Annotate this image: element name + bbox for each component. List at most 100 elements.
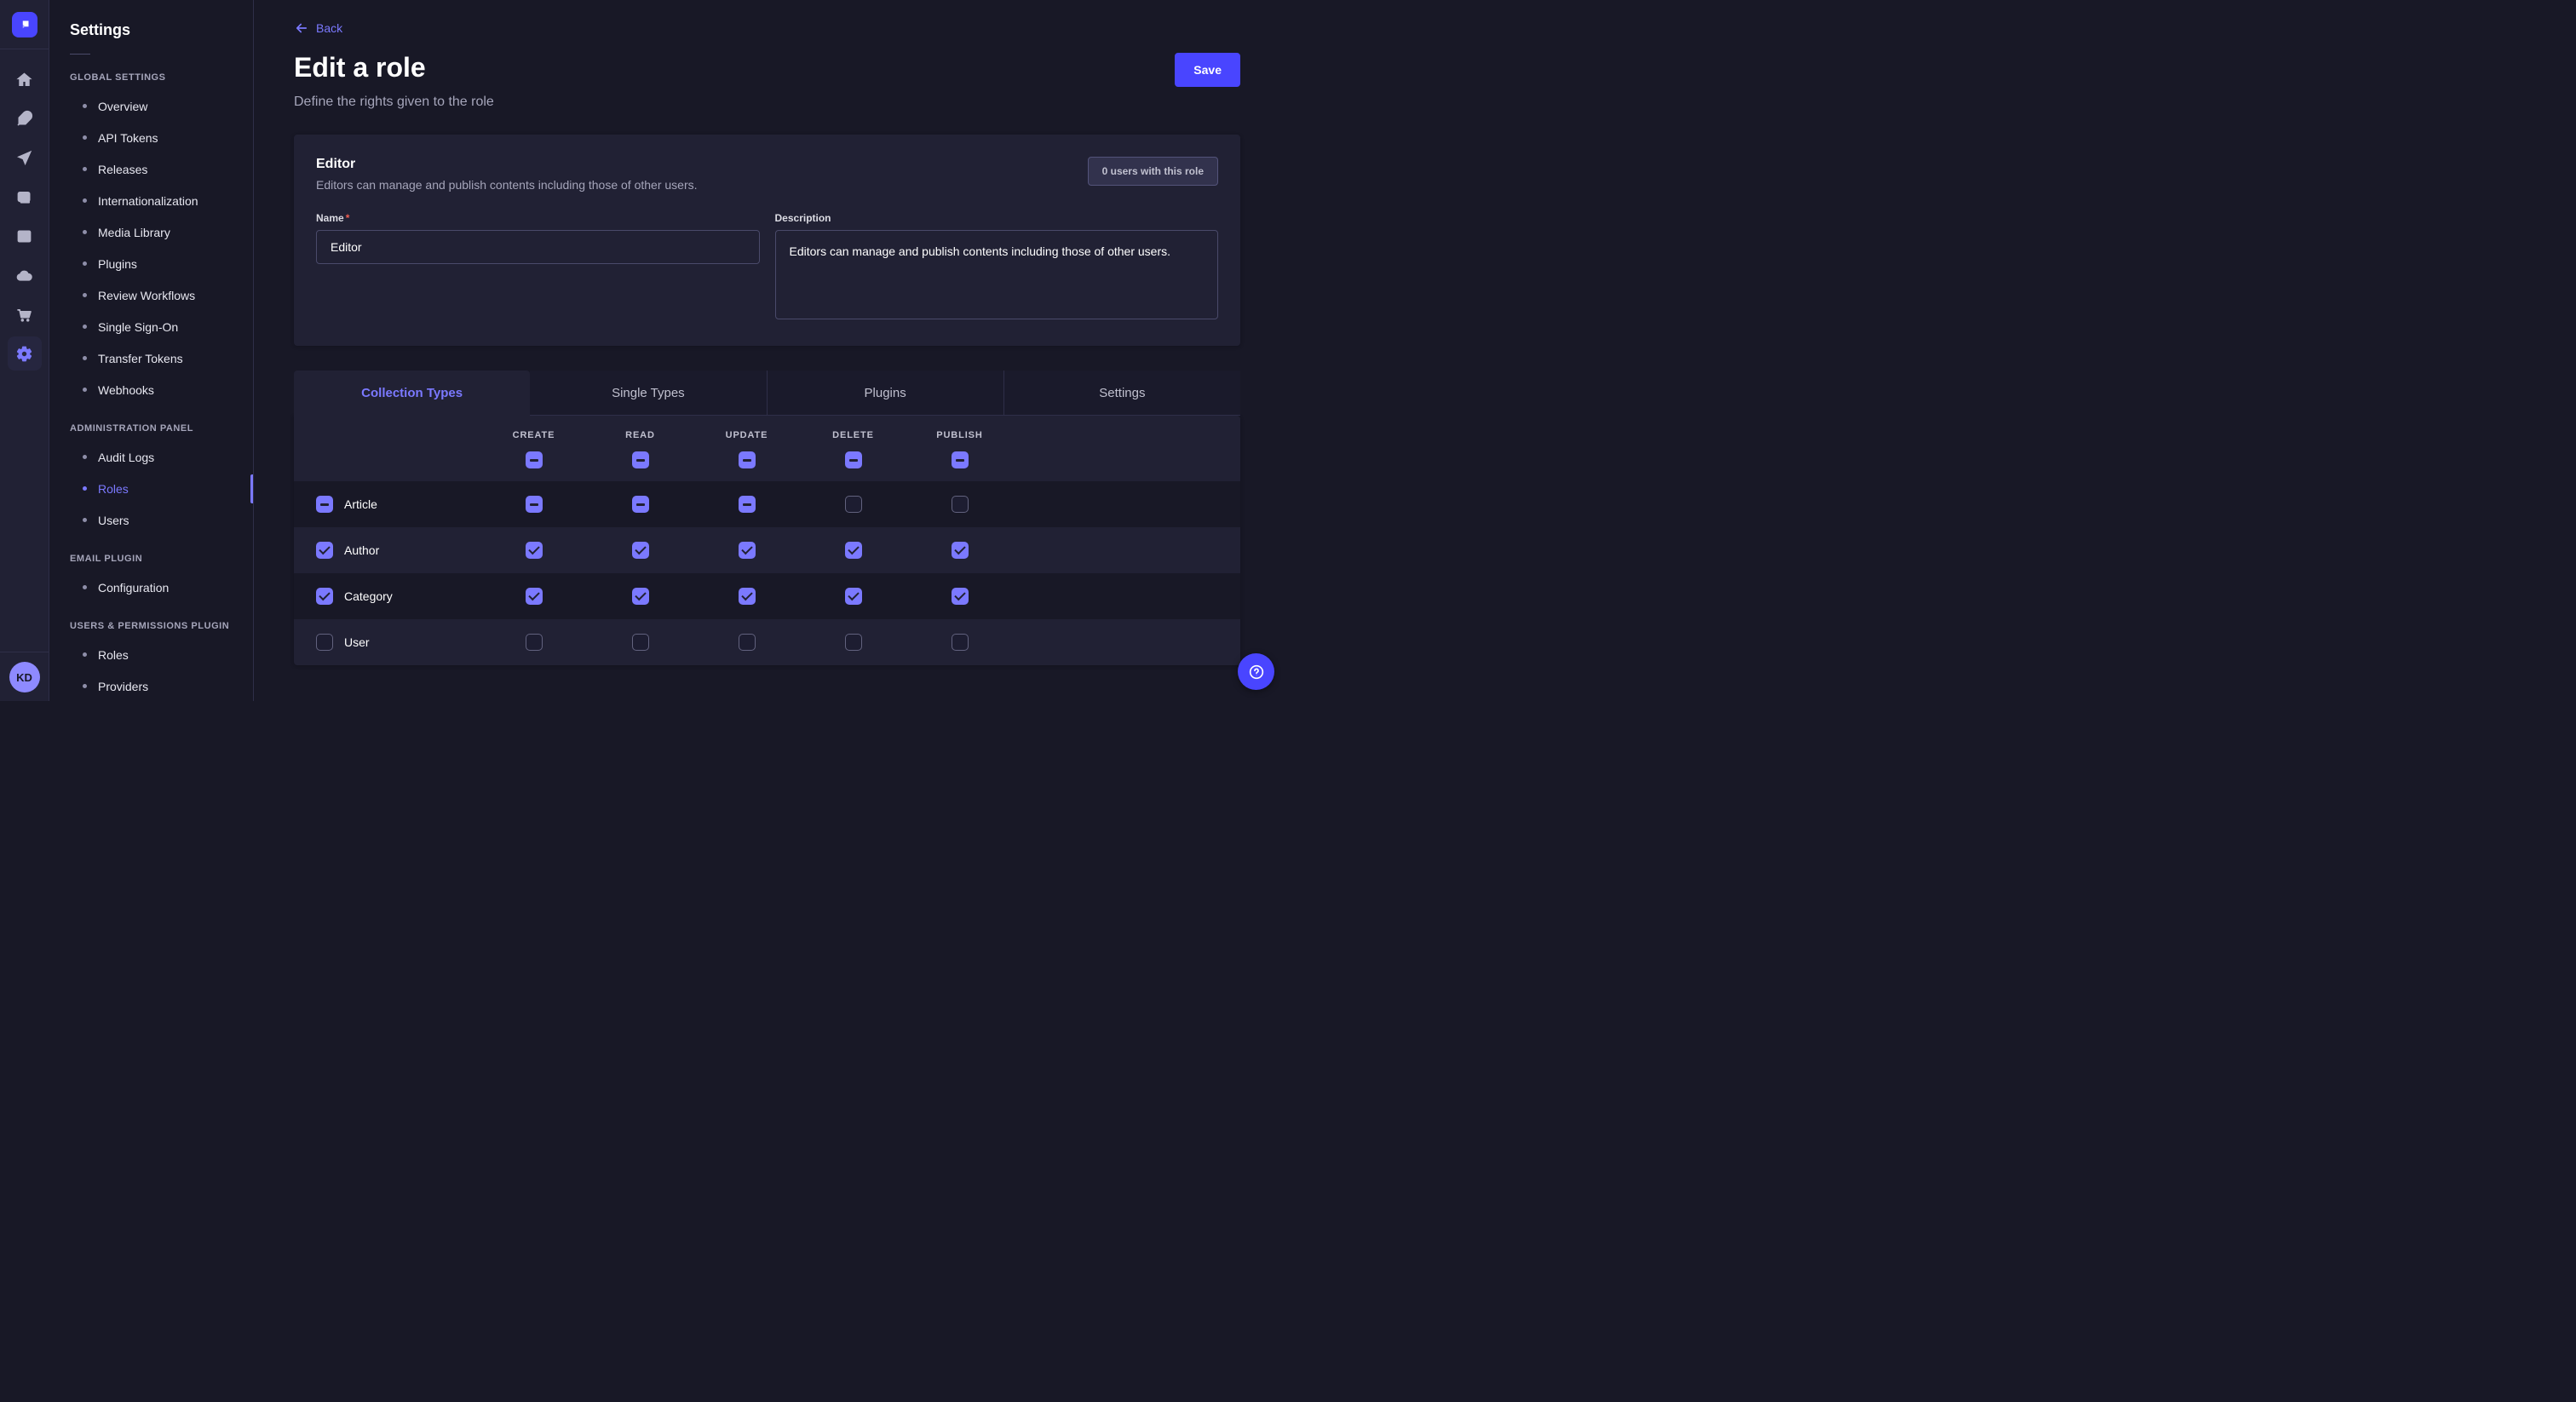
users-with-role-button[interactable]: 0 users with this role: [1088, 157, 1218, 186]
content-manager-feather-icon[interactable]: [8, 101, 42, 135]
name-field-group: Name*: [316, 212, 760, 324]
bullet-icon: [83, 293, 87, 297]
sidebar-item-roles-up[interactable]: Roles: [49, 639, 253, 670]
select-all-read-checkbox[interactable]: [632, 451, 649, 468]
section-label-administration-panel: ADMINISTRATION PANEL: [49, 405, 253, 441]
author-publish-checkbox[interactable]: [952, 542, 969, 559]
author-update-checkbox[interactable]: [739, 542, 756, 559]
cloud-icon[interactable]: [8, 258, 42, 292]
sidebar-item-releases[interactable]: Releases: [49, 153, 253, 185]
author-read-checkbox[interactable]: [632, 542, 649, 559]
section-label-email-plugin: EMAIL PLUGIN: [49, 536, 253, 572]
save-button[interactable]: Save: [1175, 53, 1240, 87]
help-button[interactable]: [1238, 653, 1274, 690]
subnav-header: Settings: [49, 0, 253, 55]
main-nav-rail: KD: [0, 0, 49, 701]
strapi-logo[interactable]: [12, 12, 37, 37]
user-delete-checkbox[interactable]: [845, 634, 862, 651]
row-select-checkbox[interactable]: [316, 634, 333, 651]
settings-subnav: Settings GLOBAL SETTINGS Overview API To…: [49, 0, 254, 701]
role-name-heading: Editor: [316, 157, 698, 172]
select-all-create-checkbox[interactable]: [526, 451, 543, 468]
sidebar-item-transfer-tokens[interactable]: Transfer Tokens: [49, 342, 253, 374]
user-create-checkbox[interactable]: [526, 634, 543, 651]
sidebar-item-internationalization[interactable]: Internationalization: [49, 185, 253, 216]
bullet-icon: [83, 356, 87, 360]
media-library-icon[interactable]: [8, 180, 42, 214]
send-plane-icon[interactable]: [8, 141, 42, 175]
user-read-checkbox[interactable]: [632, 634, 649, 651]
app-root: KD Settings GLOBAL SETTINGS Overview API…: [0, 0, 1288, 701]
sidebar-item-audit-logs[interactable]: Audit Logs: [49, 441, 253, 473]
user-publish-checkbox[interactable]: [952, 634, 969, 651]
user-update-checkbox[interactable]: [739, 634, 756, 651]
select-all-publish-checkbox[interactable]: [952, 451, 969, 468]
row-select-checkbox[interactable]: [316, 496, 333, 513]
sidebar-item-providers[interactable]: Providers: [49, 670, 253, 701]
tab-single-types[interactable]: Single Types: [530, 371, 766, 416]
article-create-checkbox[interactable]: [526, 496, 543, 513]
page-subtitle: Define the rights given to the role: [294, 95, 1240, 110]
sidebar-item-media-library[interactable]: Media Library: [49, 216, 253, 248]
bullet-icon: [83, 198, 87, 203]
bullet-icon: [83, 261, 87, 266]
category-read-checkbox[interactable]: [632, 588, 649, 605]
back-link[interactable]: Back: [294, 20, 342, 36]
role-fields: Name* Description: [316, 212, 1218, 324]
row-label: Article: [344, 497, 377, 511]
home-icon[interactable]: [8, 62, 42, 96]
bullet-icon: [83, 325, 87, 329]
description-field-label: Description: [775, 212, 1219, 224]
user-avatar[interactable]: KD: [9, 662, 40, 692]
permission-row-category: Category: [294, 573, 1240, 619]
category-create-checkbox[interactable]: [526, 588, 543, 605]
article-publish-checkbox[interactable]: [952, 496, 969, 513]
row-select-checkbox[interactable]: [316, 542, 333, 559]
sidebar-item-users[interactable]: Users: [49, 504, 253, 536]
bullet-icon: [83, 652, 87, 657]
role-card-header: Editor Editors can manage and publish co…: [316, 157, 1218, 192]
column-header-update: UPDATE: [726, 430, 768, 440]
column-header-publish: PUBLISH: [936, 430, 982, 440]
required-asterisk: *: [346, 212, 350, 224]
sidebar-item-plugins[interactable]: Plugins: [49, 248, 253, 279]
name-input[interactable]: [316, 230, 760, 264]
article-read-checkbox[interactable]: [632, 496, 649, 513]
column-header-create: CREATE: [513, 430, 555, 440]
permission-row-user: User: [294, 619, 1240, 665]
sidebar-item-single-sign-on[interactable]: Single Sign-On: [49, 311, 253, 342]
bullet-icon: [83, 684, 87, 688]
row-label: Category: [344, 589, 393, 603]
content-type-builder-layout-icon[interactable]: [8, 219, 42, 253]
sidebar-item-api-tokens[interactable]: API Tokens: [49, 122, 253, 153]
main-content: Back Edit a role Save Define the rights …: [254, 0, 1288, 701]
sidebar-item-roles-admin[interactable]: Roles: [49, 473, 253, 504]
category-delete-checkbox[interactable]: [845, 588, 862, 605]
permissions-table: CREATE READ UPDATE DELETE PUBLISH Articl…: [294, 416, 1240, 665]
category-publish-checkbox[interactable]: [952, 588, 969, 605]
select-all-delete-checkbox[interactable]: [845, 451, 862, 468]
permission-row-article: Article: [294, 481, 1240, 527]
name-field-label: Name*: [316, 212, 760, 224]
author-create-checkbox[interactable]: [526, 542, 543, 559]
bullet-icon: [83, 167, 87, 171]
sidebar-item-webhooks[interactable]: Webhooks: [49, 374, 253, 405]
article-update-checkbox[interactable]: [739, 496, 756, 513]
category-update-checkbox[interactable]: [739, 588, 756, 605]
permission-row-author: Author: [294, 527, 1240, 573]
tab-settings[interactable]: Settings: [1003, 371, 1240, 416]
tab-collection-types[interactable]: Collection Types: [294, 371, 530, 416]
article-delete-checkbox[interactable]: [845, 496, 862, 513]
marketplace-cart-icon[interactable]: [8, 297, 42, 331]
description-textarea[interactable]: [775, 230, 1219, 319]
sidebar-item-configuration[interactable]: Configuration: [49, 572, 253, 603]
select-all-update-checkbox[interactable]: [739, 451, 756, 468]
settings-gear-icon[interactable]: [8, 336, 42, 371]
bullet-icon: [83, 230, 87, 234]
sidebar-item-review-workflows[interactable]: Review Workflows: [49, 279, 253, 311]
row-select-checkbox[interactable]: [316, 588, 333, 605]
role-description-text: Editors can manage and publish contents …: [316, 178, 698, 192]
sidebar-item-overview[interactable]: Overview: [49, 90, 253, 122]
tab-plugins[interactable]: Plugins: [767, 371, 1003, 416]
author-delete-checkbox[interactable]: [845, 542, 862, 559]
